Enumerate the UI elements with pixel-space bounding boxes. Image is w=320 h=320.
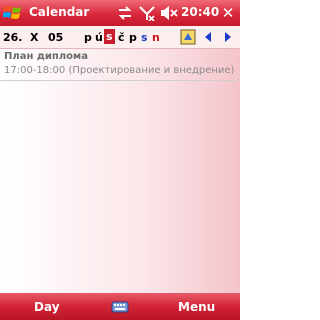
agenda-view: План диплома 17:00-18:00 (Проектирование… [0,49,240,293]
date-month[interactable]: X [30,31,38,44]
appointment-item[interactable]: План диплома 17:00-18:00 (Проектирование… [4,51,236,76]
weekday-tue[interactable]: ú [95,31,103,44]
appointment-time: 17:00-18:00 [4,65,66,76]
close-button[interactable]: ✕ [218,3,238,23]
keyboard-icon[interactable] [111,299,129,315]
start-menu-icon[interactable] [3,4,22,22]
weekday-sat[interactable]: s [141,31,148,44]
softkey-bar: Day Menu [0,293,240,320]
speaker-muted-icon[interactable] [160,5,178,21]
weekday-sun[interactable]: n [152,31,160,44]
go-to-today-icon[interactable] [180,29,196,45]
next-week-icon[interactable] [222,29,234,45]
signal-off-icon[interactable] [138,5,156,21]
appointment-detail: 17:00-18:00 (Проектирование и внедрение) [4,65,236,76]
sync-arrows-icon[interactable] [117,5,133,21]
menu-softkey[interactable]: Menu [178,300,215,314]
appointment-location: (Проектирование и внедрение) [68,65,235,76]
weekday-mon[interactable]: p [84,31,92,44]
clock-time[interactable]: 20:40 [181,5,219,19]
weekday-thu[interactable]: č [118,31,125,44]
title-bar: Calendar 20:40 ✕ [0,0,240,26]
date-day[interactable]: 26. [3,31,23,44]
date-toolbar: 26. X 05 p ú s č p s n [0,26,240,49]
prev-week-icon[interactable] [202,29,214,45]
weekday-wed-selected[interactable]: s [104,29,115,44]
weekday-fri[interactable]: p [129,31,137,44]
appointment-divider [0,80,238,81]
date-year[interactable]: 05 [48,31,63,44]
appointment-title: План диплома [4,51,88,62]
app-title: Calendar [29,5,90,19]
day-softkey[interactable]: Day [34,300,60,314]
